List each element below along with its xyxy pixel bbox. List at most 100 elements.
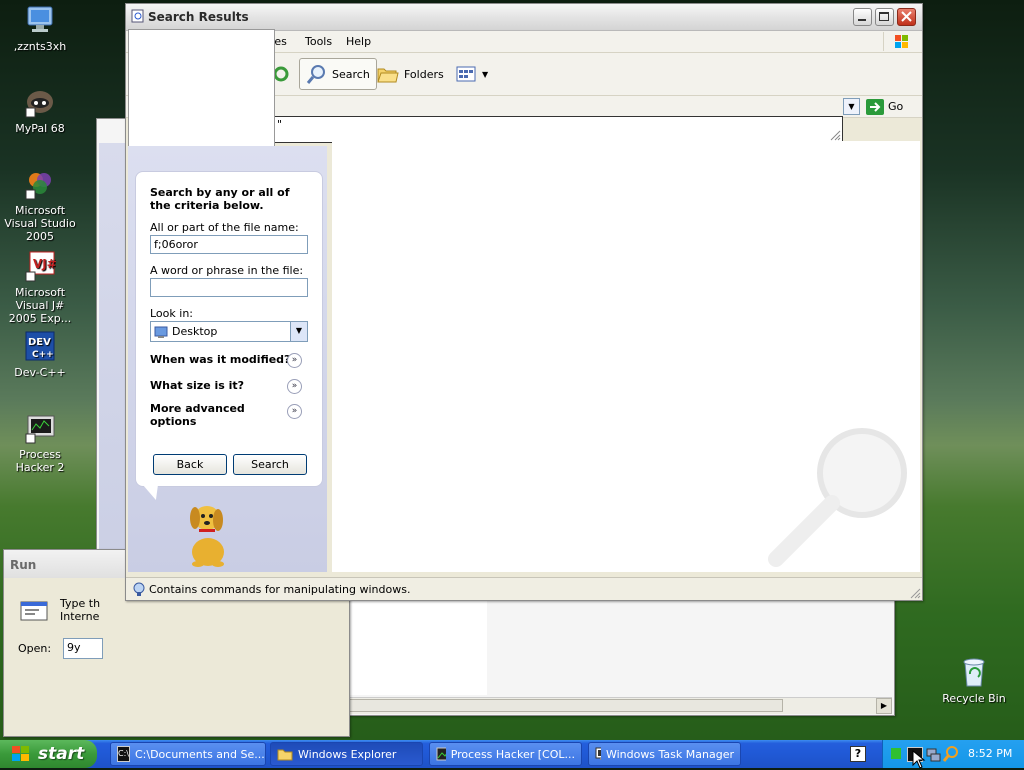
maximize-button[interactable] bbox=[875, 8, 894, 26]
resize-grip-icon bbox=[830, 130, 841, 141]
desktop-icon-devcpp[interactable]: DEV C++ Dev-C++ bbox=[0, 330, 80, 379]
desktop-icon-label: Recycle Bin bbox=[942, 692, 1006, 705]
search-dog-icon[interactable] bbox=[178, 496, 238, 568]
option-modified[interactable]: When was it modified? » bbox=[150, 353, 310, 370]
back-button-label: Back bbox=[176, 458, 204, 471]
desktop-icon-label: ,zznts3xh bbox=[13, 40, 67, 53]
results-area[interactable] bbox=[332, 141, 920, 572]
desktop-icon-label: Process Hacker 2 bbox=[15, 448, 65, 474]
expand-chevron-icon: » bbox=[287, 353, 302, 368]
start-button[interactable]: start bbox=[0, 740, 97, 768]
address-autocomplete: " bbox=[274, 116, 843, 143]
menu-tools[interactable]: Tools bbox=[305, 35, 332, 48]
search-toolbar-label: Search bbox=[332, 67, 370, 81]
address-dropdown-button[interactable]: ▼ bbox=[843, 98, 860, 115]
filename-value: f;06oror bbox=[154, 238, 198, 251]
close-icon bbox=[901, 11, 912, 22]
phrase-input[interactable] bbox=[150, 278, 308, 297]
lookin-select[interactable]: Desktop ▼ bbox=[150, 321, 308, 342]
run-open-label: Open: bbox=[18, 642, 52, 655]
task-button-task-manager[interactable]: Windows Task Manager bbox=[588, 742, 741, 766]
folders-toolbar-button[interactable]: Folders bbox=[370, 58, 450, 90]
option-advanced[interactable]: More advanced options » bbox=[150, 402, 310, 430]
run-description: Type th Interne bbox=[60, 597, 101, 623]
computer-icon bbox=[24, 4, 56, 36]
desktop-icon-computer[interactable]: ,zznts3xh bbox=[0, 4, 80, 53]
window-search-icon bbox=[131, 9, 145, 23]
process-hacker-icon bbox=[24, 412, 56, 444]
scroll-thumb[interactable] bbox=[327, 699, 783, 712]
expand-chevron-icon: » bbox=[287, 379, 302, 394]
tray-green-icon[interactable] bbox=[891, 748, 901, 759]
tray-search-icon[interactable] bbox=[943, 745, 959, 763]
run-title: Run bbox=[10, 558, 37, 572]
desktop-icon-process-hacker[interactable]: Process Hacker 2 bbox=[0, 412, 80, 474]
horizontal-scrollbar[interactable]: ◀ ▶ bbox=[309, 697, 892, 714]
svg-text:C++: C++ bbox=[32, 350, 54, 360]
search-button-label: Search bbox=[251, 458, 289, 471]
minimize-button[interactable] bbox=[853, 8, 872, 26]
views-toolbar-button[interactable]: ▼ bbox=[448, 58, 494, 90]
task-button-cmd[interactable]: C:\ C:\Documents and Se... bbox=[110, 742, 266, 766]
desktop-icon-visual-studio[interactable]: Microsoft Visual Studio 2005 bbox=[0, 168, 80, 243]
tray-network-icon[interactable] bbox=[925, 746, 941, 762]
start-label: start bbox=[38, 744, 85, 764]
back-button[interactable]: Back bbox=[153, 454, 227, 475]
search-bubble: Search by any or all of the criteria bel… bbox=[135, 171, 323, 487]
expand-chevron-icon: » bbox=[287, 404, 302, 419]
task-label: C:\Documents and Se... bbox=[134, 747, 265, 761]
process-hacker-icon bbox=[436, 747, 446, 761]
task-label: Windows Explorer bbox=[298, 747, 397, 761]
folders-toolbar-label: Folders bbox=[404, 67, 444, 81]
go-arrow-icon bbox=[866, 98, 884, 115]
dev-icon: DEV C++ bbox=[24, 330, 56, 362]
task-button-explorer[interactable]: Windows Explorer bbox=[270, 742, 423, 766]
desktop-icon-label: Dev-C++ bbox=[14, 366, 66, 379]
desktop-icon-vj[interactable]: VJ# Microsoft Visual J# 2005 Exp... bbox=[0, 250, 80, 325]
lookin-label: Look in: bbox=[150, 307, 193, 320]
desktop-icon-mypal[interactable]: MyPal 68 bbox=[0, 86, 80, 135]
option-modified-label: When was it modified? bbox=[150, 353, 291, 366]
resize-grip-icon[interactable] bbox=[909, 587, 921, 599]
help-tray-icon[interactable]: ? bbox=[850, 746, 866, 762]
option-size[interactable]: What size is it? » bbox=[150, 379, 310, 396]
option-size-label: What size is it? bbox=[150, 379, 245, 392]
search-companion-pane: Search by any or all of the criteria bel… bbox=[128, 146, 327, 572]
option-advanced-label: More advanced options bbox=[150, 402, 245, 428]
status-text: Contains commands for manipulating windo… bbox=[149, 583, 411, 596]
go-button[interactable]: Go bbox=[866, 97, 903, 116]
folder-icon bbox=[277, 749, 293, 761]
scroll-right-button[interactable]: ▶ bbox=[876, 698, 892, 714]
system-tray: 8:52 PM bbox=[882, 740, 1024, 768]
autocomplete-text: " bbox=[277, 118, 283, 131]
title-bar[interactable]: Search Results bbox=[126, 4, 922, 31]
phrase-label: A word or phrase in the file: bbox=[150, 264, 304, 277]
windows-logo bbox=[883, 32, 918, 51]
window-title: Search Results bbox=[148, 10, 249, 24]
menu-help[interactable]: Help bbox=[346, 35, 371, 48]
desktop-icon-label: Microsoft Visual J# 2005 Exp... bbox=[8, 286, 72, 325]
task-button-process-hacker[interactable]: Process Hacker [COL... bbox=[429, 742, 582, 766]
console-icon: C:\ bbox=[117, 746, 130, 762]
run-icon bbox=[18, 598, 50, 626]
search-results-window: Search Results tes Tools Help Search Fol… bbox=[125, 3, 923, 601]
run-open-value: 9y bbox=[67, 641, 81, 654]
desktop-icon-label: MyPal 68 bbox=[15, 122, 65, 135]
taskbar: start C:\ C:\Documents and Se... Windows… bbox=[0, 740, 1024, 769]
chevron-down-icon[interactable]: ▼ bbox=[290, 322, 307, 341]
status-info-icon bbox=[133, 582, 145, 596]
filename-input[interactable]: f;06oror bbox=[150, 235, 308, 254]
desktop-icon-label: Microsoft Visual Studio 2005 bbox=[4, 204, 76, 243]
run-open-field[interactable]: 9y bbox=[63, 638, 103, 659]
task-label: Windows Task Manager bbox=[605, 747, 734, 761]
chevron-down-icon: ▼ bbox=[482, 69, 489, 79]
search-toolbar-button[interactable]: Search bbox=[299, 58, 377, 90]
desktop-icon-recycle-bin[interactable]: Recycle Bin bbox=[934, 656, 1014, 705]
task-manager-icon bbox=[595, 747, 601, 760]
close-button[interactable] bbox=[897, 8, 916, 26]
vj-icon: VJ# bbox=[24, 250, 57, 282]
go-label: Go bbox=[888, 100, 904, 113]
watermark-magnifier-icon bbox=[768, 428, 907, 567]
blank-popup bbox=[128, 29, 275, 163]
search-button[interactable]: Search bbox=[233, 454, 307, 475]
